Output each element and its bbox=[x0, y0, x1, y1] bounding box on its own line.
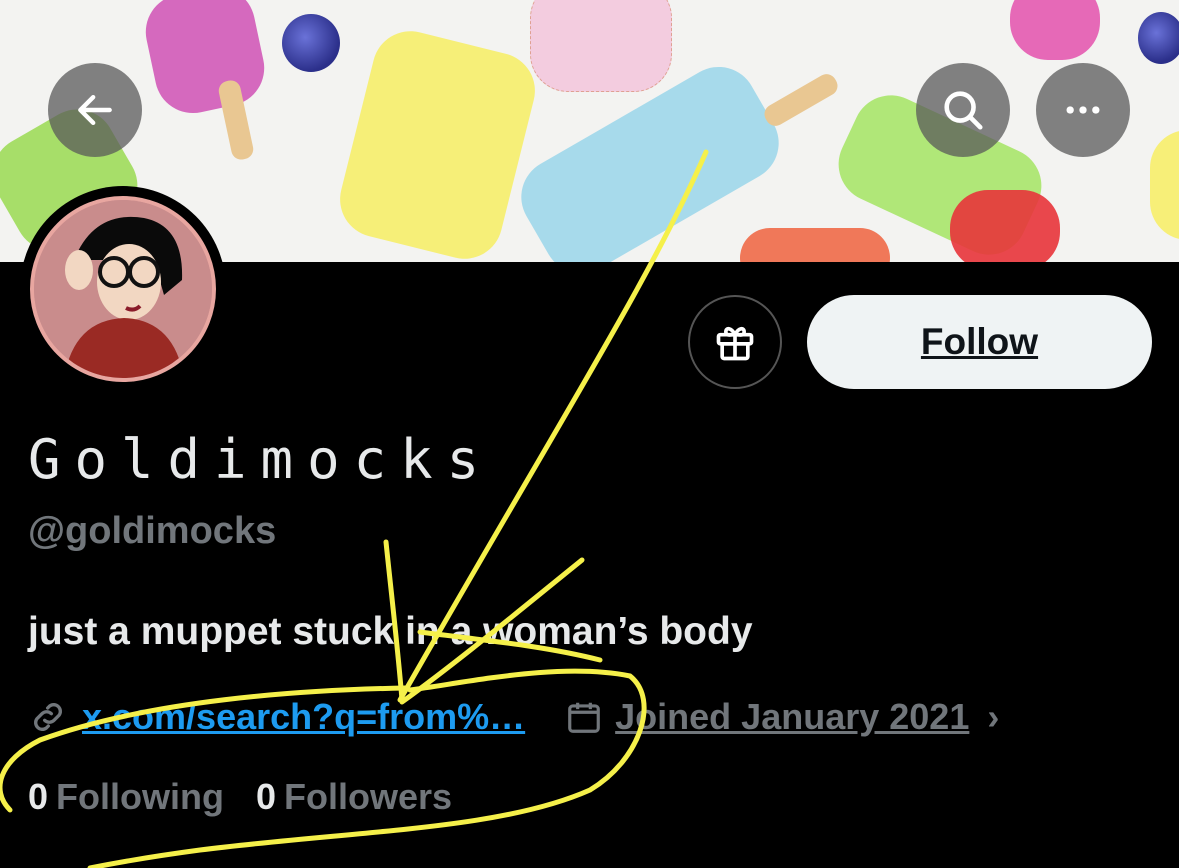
following-label: Following bbox=[56, 776, 224, 817]
back-button[interactable] bbox=[48, 63, 142, 157]
arrow-left-icon bbox=[78, 94, 112, 126]
followers-stat[interactable]: 0 Followers bbox=[256, 776, 452, 818]
joined-date[interactable]: Joined January 2021 bbox=[615, 696, 969, 738]
followers-count: 0 bbox=[256, 776, 277, 817]
bio: just a muppet stuck in a woman’s body bbox=[28, 610, 753, 653]
following-count: 0 bbox=[28, 776, 49, 817]
more-horizontal-icon bbox=[1066, 106, 1100, 114]
avatar bbox=[30, 196, 216, 382]
following-stat[interactable]: 0 Following bbox=[28, 776, 224, 818]
search-icon bbox=[944, 91, 983, 130]
search-button[interactable] bbox=[916, 63, 1010, 157]
handle: @goldimocks bbox=[28, 510, 277, 552]
profile-meta-row: x.com/search?q=from%… Joined January 202… bbox=[28, 692, 999, 742]
gift-icon bbox=[716, 326, 754, 361]
follow-button[interactable]: Follow bbox=[807, 295, 1152, 389]
avatar-illustration bbox=[34, 200, 212, 378]
link-icon bbox=[34, 703, 62, 731]
follow-stats: 0 Following 0 Followers bbox=[28, 776, 484, 818]
avatar-frame[interactable] bbox=[20, 186, 226, 392]
chevron-right-icon[interactable]: › bbox=[987, 696, 999, 738]
profile-website-link[interactable]: x.com/search?q=from%… bbox=[82, 696, 525, 738]
display-name: Goldimocks bbox=[28, 428, 494, 491]
followers-label: Followers bbox=[284, 776, 453, 817]
calendar-icon bbox=[568, 702, 600, 733]
more-button[interactable] bbox=[1036, 63, 1130, 157]
gift-button[interactable] bbox=[688, 295, 782, 389]
